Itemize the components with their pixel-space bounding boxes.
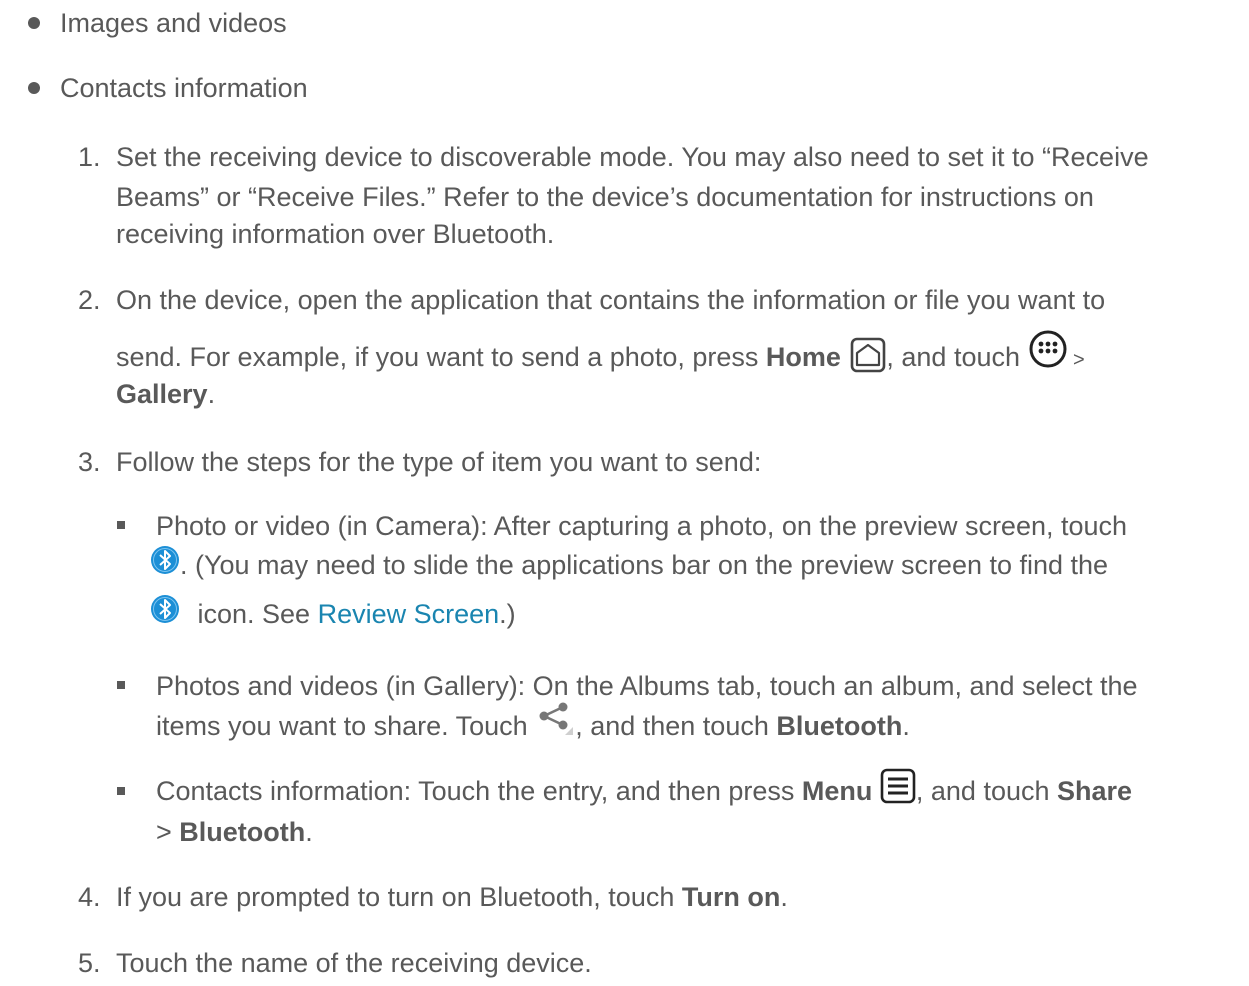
bluetooth-label: Bluetooth: [179, 817, 306, 847]
square-bullet: [117, 681, 125, 689]
step-text: Beams” or “Receive Files.” Refer to the …: [116, 182, 1094, 212]
home-icon: [850, 337, 886, 381]
bullet-text: Contacts information: [60, 73, 308, 103]
step-text: Set the receiving device to discoverable…: [116, 142, 1149, 172]
subitem-text: > Bluetooth.: [156, 817, 313, 847]
step-number: 5.: [78, 948, 101, 978]
step-text: If you are prompted to turn on Bluetooth…: [116, 882, 788, 912]
step-text: Touch the name of the receiving device.: [116, 948, 592, 978]
review-screen-link[interactable]: Review Screen: [318, 599, 500, 629]
share-icon: [535, 699, 575, 743]
step-text: receiving information over Bluetooth.: [116, 219, 555, 249]
subitem-text: items you want to share. Touch , and the…: [156, 702, 910, 743]
home-label: Home: [765, 342, 841, 373]
step-number: 4.: [78, 882, 101, 912]
step-number: 1.: [78, 142, 101, 172]
menu-icon: [880, 768, 916, 812]
subitem-text: Photos and videos (in Gallery): On the A…: [156, 671, 1138, 701]
step-number: 2.: [78, 285, 101, 315]
subitem-text: . (You may need to slide the application…: [150, 545, 1108, 583]
bluetooth-label: Bluetooth: [776, 711, 903, 741]
square-bullet: [117, 521, 125, 529]
square-bullet: [117, 787, 125, 795]
bluetooth-icon: [150, 545, 180, 583]
step-text: Follow the steps for the type of item yo…: [116, 447, 762, 477]
bullet-dot: [28, 17, 40, 29]
bluetooth-icon: [150, 594, 180, 632]
step-text: send. For example, if you want to send a…: [116, 330, 1085, 381]
subitem-text: Contacts information: Touch the entry, a…: [156, 768, 1133, 812]
bullet-dot: [28, 82, 40, 94]
step-number: 3.: [78, 447, 101, 477]
step-text: Gallery.: [116, 379, 216, 409]
subitem-text: icon. See Review Screen.): [150, 594, 516, 632]
gallery-label: Gallery: [116, 379, 208, 409]
bullet-text: Images and videos: [60, 8, 287, 38]
share-label: Share: [1057, 776, 1133, 807]
step-text: On the device, open the application that…: [116, 285, 1106, 315]
apps-icon: [1028, 329, 1068, 377]
menu-label: Menu: [801, 776, 873, 807]
subitem-text: Photo or video (in Camera): After captur…: [156, 511, 1128, 541]
turn-on-label: Turn on: [681, 882, 781, 912]
